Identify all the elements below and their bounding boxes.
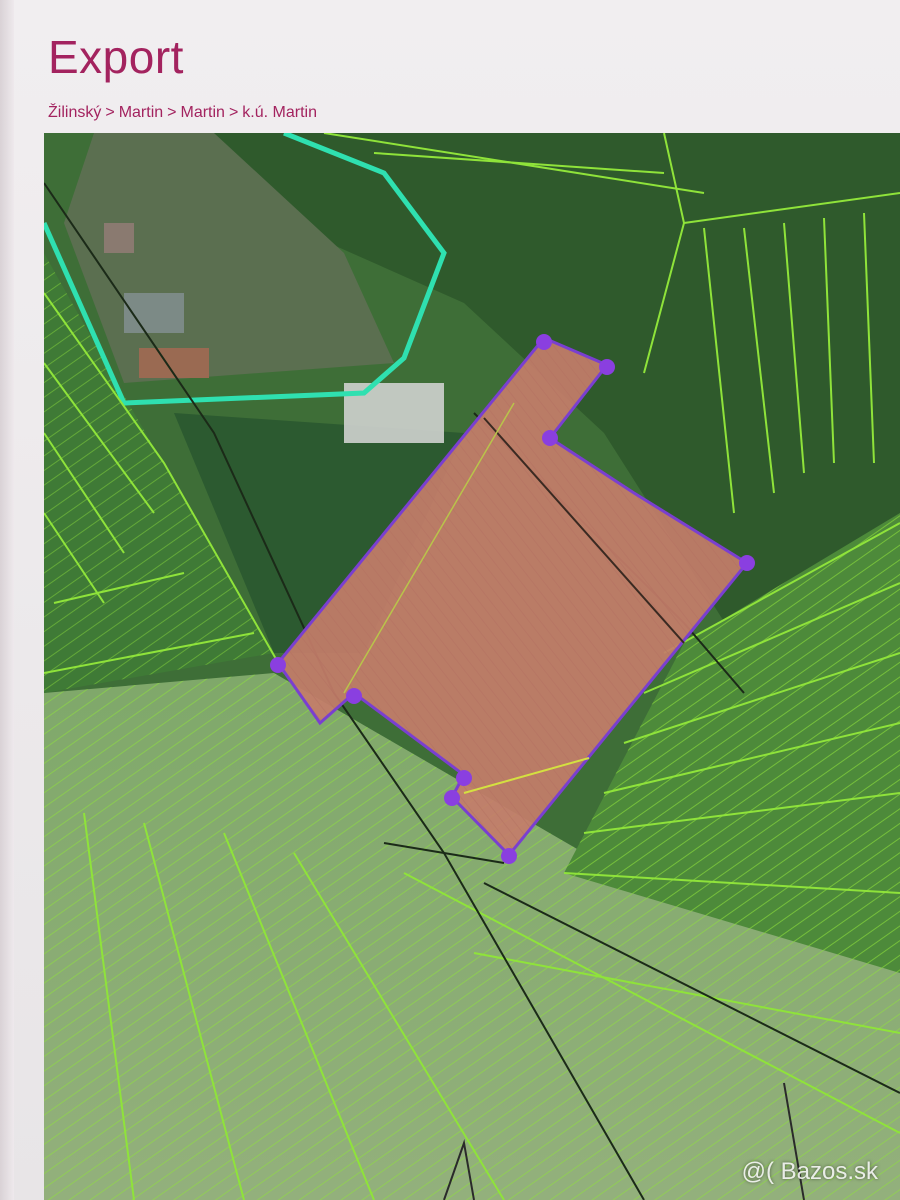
vertex-handle[interactable] [599, 359, 615, 375]
breadcrumb-item-cadastre[interactable]: k.ú. Martin [242, 104, 317, 122]
breadcrumb-separator: > [228, 104, 239, 121]
page-left-edge [0, 0, 14, 1200]
breadcrumb-separator: > [105, 104, 115, 121]
breadcrumb-item-district[interactable]: Martin [119, 104, 163, 122]
vertex-handle[interactable] [444, 790, 460, 806]
page: Export Žilinský > Martin > Martin > k.ú.… [0, 0, 900, 1200]
vertex-handle[interactable] [501, 848, 517, 864]
cadastral-map[interactable]: @( Bazos.sk [44, 133, 900, 1200]
vertex-handle[interactable] [536, 334, 552, 350]
watermark: @( Bazos.sk [741, 1158, 878, 1185]
vertex-handle[interactable] [456, 770, 472, 786]
vertex-handle[interactable] [346, 688, 362, 704]
building [104, 223, 134, 253]
vertex-handle[interactable] [542, 430, 558, 446]
breadcrumb-separator: > [167, 104, 177, 121]
breadcrumb: Žilinský > Martin > Martin > k.ú. Martin [48, 104, 317, 122]
breadcrumb-item-region[interactable]: Žilinský [48, 104, 101, 122]
vertex-handle[interactable] [739, 555, 755, 571]
page-title: Export [48, 31, 184, 83]
map-canvas[interactable] [44, 133, 900, 1200]
vertex-handle[interactable] [270, 657, 286, 673]
breadcrumb-item-municipality[interactable]: Martin [180, 104, 224, 122]
